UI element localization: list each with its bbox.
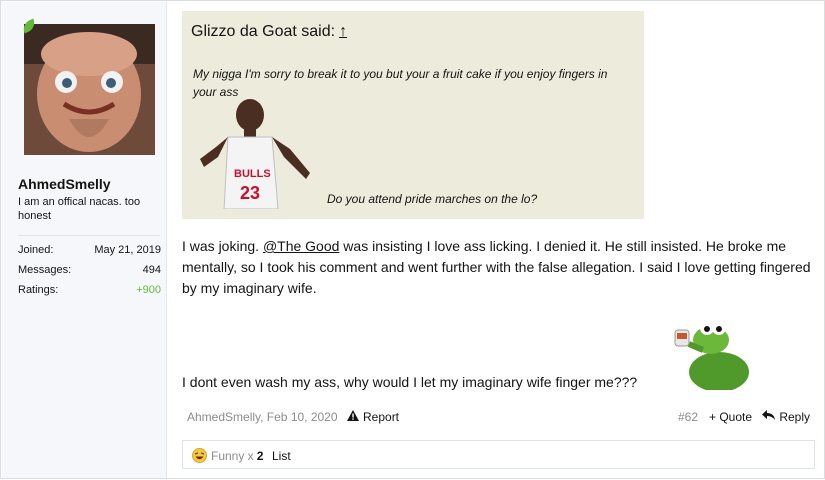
stat-value[interactable]: 494	[143, 264, 161, 276]
forum-post: AhmedSmelly I am an offical nacas. too h…	[0, 0, 825, 479]
quote-button[interactable]: + Quote	[709, 410, 752, 424]
quote-caption: Do you attend pride marches on the lo?	[327, 192, 538, 206]
message-paragraph: I was joking. @The Good was insisting I …	[182, 236, 812, 299]
quote-jump-arrow-icon[interactable]: ↑	[339, 23, 347, 40]
post-main: Glizzo da Goat said: ↑ My nigga I'm sorry…	[167, 1, 825, 480]
post-meta[interactable]: AhmedSmelly, Feb 10, 2020	[187, 410, 338, 424]
shrug-player-image: BULLS 23	[194, 97, 324, 210]
stat-label: Joined:	[18, 244, 54, 256]
kermit-tea-image	[667, 314, 752, 392]
svg-text:23: 23	[240, 183, 260, 203]
stat-messages: Messages: 494	[18, 264, 161, 278]
reply-icon	[762, 410, 776, 424]
username[interactable]: AhmedSmelly	[18, 176, 111, 192]
stat-label: Messages:	[18, 264, 72, 276]
post-footer: AhmedSmelly, Feb 10, 2020 Report #62 + Q…	[182, 410, 812, 426]
user-mention-link[interactable]: @The Good	[263, 238, 339, 254]
laughing-emoji-icon	[192, 448, 207, 463]
reaction-list-link[interactable]: List	[272, 449, 291, 463]
avatar[interactable]	[24, 24, 155, 155]
stat-joined: Joined: May 21, 2019	[18, 244, 161, 258]
report-label: Report	[363, 410, 400, 424]
reaction-label: Funny x	[211, 449, 254, 463]
message-text: I was joking.	[182, 238, 263, 254]
quote-header: Glizzo da Goat said: ↑	[191, 23, 347, 41]
divider	[18, 235, 160, 236]
svg-text:BULLS: BULLS	[234, 168, 271, 180]
reply-label: Reply	[779, 410, 811, 424]
user-sidebar: AhmedSmelly I am an offical nacas. too h…	[2, 2, 167, 478]
reactions-bar: Funny x2 List	[182, 440, 815, 469]
message-paragraph-2: I dont even wash my ass, why would I let…	[182, 374, 638, 390]
reaction-count: 2	[256, 449, 264, 463]
stat-ratings: Ratings: +900	[18, 284, 161, 298]
report-link[interactable]: Report	[347, 410, 399, 424]
quote-block: Glizzo da Goat said: ↑ My nigga I'm sorry…	[182, 11, 644, 219]
user-title: I am an offical nacas. too honest	[18, 196, 141, 222]
reply-button[interactable]: Reply	[762, 410, 810, 424]
stat-value: May 21, 2019	[94, 244, 161, 256]
warning-icon	[347, 410, 359, 424]
post-number[interactable]: #62	[678, 410, 698, 424]
stat-label: Ratings:	[18, 284, 59, 296]
quote-text: My nigga I'm sorry to break it to you bu…	[193, 67, 608, 99]
quote-author: Glizzo da Goat said:	[191, 23, 336, 40]
stat-value: +900	[136, 284, 161, 296]
reaction-summary[interactable]: Funny x2	[211, 449, 263, 463]
